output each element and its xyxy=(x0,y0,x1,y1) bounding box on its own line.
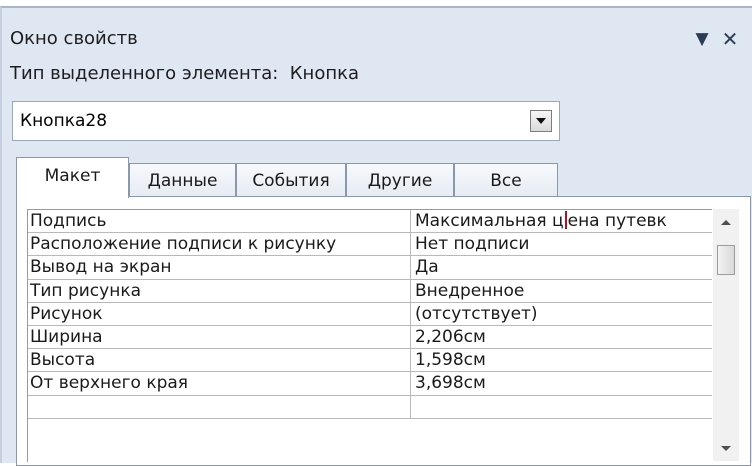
text-cursor xyxy=(564,211,567,229)
property-row[interactable]: Высота 1,598см xyxy=(28,349,712,373)
combobox-dropdown-button[interactable] xyxy=(530,110,552,132)
property-value[interactable]: 2,206см xyxy=(411,326,712,348)
property-row[interactable]: Тип рисунка Внедренное xyxy=(28,279,712,303)
tab-vse[interactable]: Все xyxy=(454,163,558,197)
chevron-down-icon[interactable]: ▼ xyxy=(690,26,714,52)
property-row-partial[interactable] xyxy=(28,395,712,419)
properties-panel: Подпись Максимальная ц ена путевк Располо… xyxy=(16,196,751,466)
property-row[interactable]: Вывод на экран Да xyxy=(28,256,712,280)
chevron-down-icon xyxy=(536,118,546,124)
scroll-up-button[interactable] xyxy=(713,211,739,233)
property-value[interactable]: 3,698см xyxy=(411,372,712,394)
tab-label: Данные xyxy=(147,170,218,191)
property-name: Расположение подписи к рисунку xyxy=(28,233,411,256)
vertical-scrollbar[interactable] xyxy=(713,209,739,461)
selection-type: Тип выделенного элемента: Кнопка xyxy=(10,63,359,84)
property-value-input[interactable]: Максимальная ц ена путевк xyxy=(411,210,712,232)
property-row[interactable]: Рисунок (отсутствует) xyxy=(28,302,712,326)
scroll-down-button[interactable] xyxy=(713,437,739,459)
properties-grid: Подпись Максимальная ц ена путевк Располо… xyxy=(27,209,712,462)
tab-label: Все xyxy=(490,170,522,191)
title-bar: Окно свойств ▼ ✕ xyxy=(10,26,744,54)
property-value[interactable] xyxy=(411,396,712,418)
scrollbar-thumb[interactable] xyxy=(717,245,735,275)
property-value[interactable]: 1,598см xyxy=(411,349,712,371)
arrow-up-icon xyxy=(721,219,731,225)
arrow-down-icon xyxy=(721,445,731,451)
property-name: Тип рисунка xyxy=(28,279,411,302)
close-icon[interactable]: ✕ xyxy=(718,26,742,52)
tab-label: Другие xyxy=(367,170,433,191)
property-value[interactable]: (отсутствует) xyxy=(411,303,712,325)
property-name xyxy=(28,395,411,418)
value-text-after-cursor: ена путевк xyxy=(567,211,667,231)
tab-drugie[interactable]: Другие xyxy=(346,163,454,197)
tab-label: Макет xyxy=(44,166,101,186)
window-title: Окно свойств xyxy=(10,28,138,49)
property-name: Рисунок xyxy=(28,302,411,325)
property-row[interactable]: Расположение подписи к рисунку Нет подпи… xyxy=(28,233,712,257)
property-name: Подпись xyxy=(28,210,411,233)
tab-sobytiya[interactable]: События xyxy=(236,163,346,197)
tab-maket[interactable]: Макет xyxy=(16,157,129,198)
object-selector-combobox[interactable]: Кнопка28 xyxy=(12,101,560,141)
property-name: Ширина xyxy=(28,325,411,349)
property-name: Высота xyxy=(28,349,411,372)
selection-type-value: Кнопка xyxy=(289,63,359,84)
tab-dannye[interactable]: Данные xyxy=(129,163,236,197)
property-value[interactable]: Да xyxy=(411,256,712,278)
property-row[interactable]: От верхнего края 3,698см xyxy=(28,372,712,396)
property-value[interactable]: Нет подписи xyxy=(411,233,712,255)
tab-strip: Макет Данные События Другие Все xyxy=(16,157,576,198)
value-text-before-cursor: Максимальная ц xyxy=(415,211,564,231)
property-name: От верхнего края xyxy=(28,372,411,395)
selection-type-label: Тип выделенного элемента: xyxy=(10,63,279,84)
property-row[interactable]: Подпись Максимальная ц ена путевк xyxy=(28,210,712,234)
object-selector-value: Кнопка28 xyxy=(20,111,108,131)
property-value[interactable]: Внедренное xyxy=(411,280,712,302)
property-row[interactable]: Ширина 2,206см xyxy=(28,325,712,350)
property-sheet-window: Окно свойств ▼ ✕ Тип выделенного элемент… xyxy=(0,6,752,466)
property-name: Вывод на экран xyxy=(28,256,411,279)
tab-label: События xyxy=(252,170,330,191)
